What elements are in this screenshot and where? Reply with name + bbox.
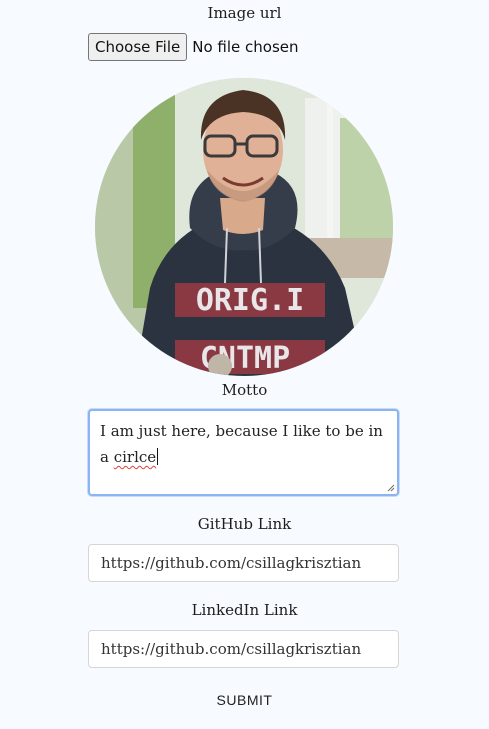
submit-button[interactable]: SUBMIT xyxy=(0,692,489,708)
motto-label: Motto xyxy=(221,381,268,399)
motto-textarea[interactable]: I am just here, because I like to be in … xyxy=(88,409,399,496)
github-input[interactable]: https://github.com/csillagkrisztian xyxy=(88,544,399,582)
choose-file-button[interactable]: Choose File xyxy=(88,33,188,61)
linkedin-label: LinkedIn Link xyxy=(191,601,298,619)
avatar-photo: ORIG.I CNTMP xyxy=(95,78,393,376)
file-status: No file chosen xyxy=(192,38,299,56)
resize-grip-icon[interactable] xyxy=(387,484,395,492)
linkedin-input[interactable]: https://github.com/csillagkrisztian xyxy=(88,630,399,668)
file-input[interactable]: Choose File No file chosen xyxy=(88,33,299,61)
text-caret xyxy=(157,448,159,465)
profile-avatar: ORIG.I CNTMP xyxy=(95,78,393,376)
shirt-text-top: ORIG.I xyxy=(196,283,304,318)
image-url-label: Image url xyxy=(207,4,282,22)
github-label: GitHub Link xyxy=(197,515,292,533)
motto-misspelled-word: cirlce xyxy=(113,448,157,466)
